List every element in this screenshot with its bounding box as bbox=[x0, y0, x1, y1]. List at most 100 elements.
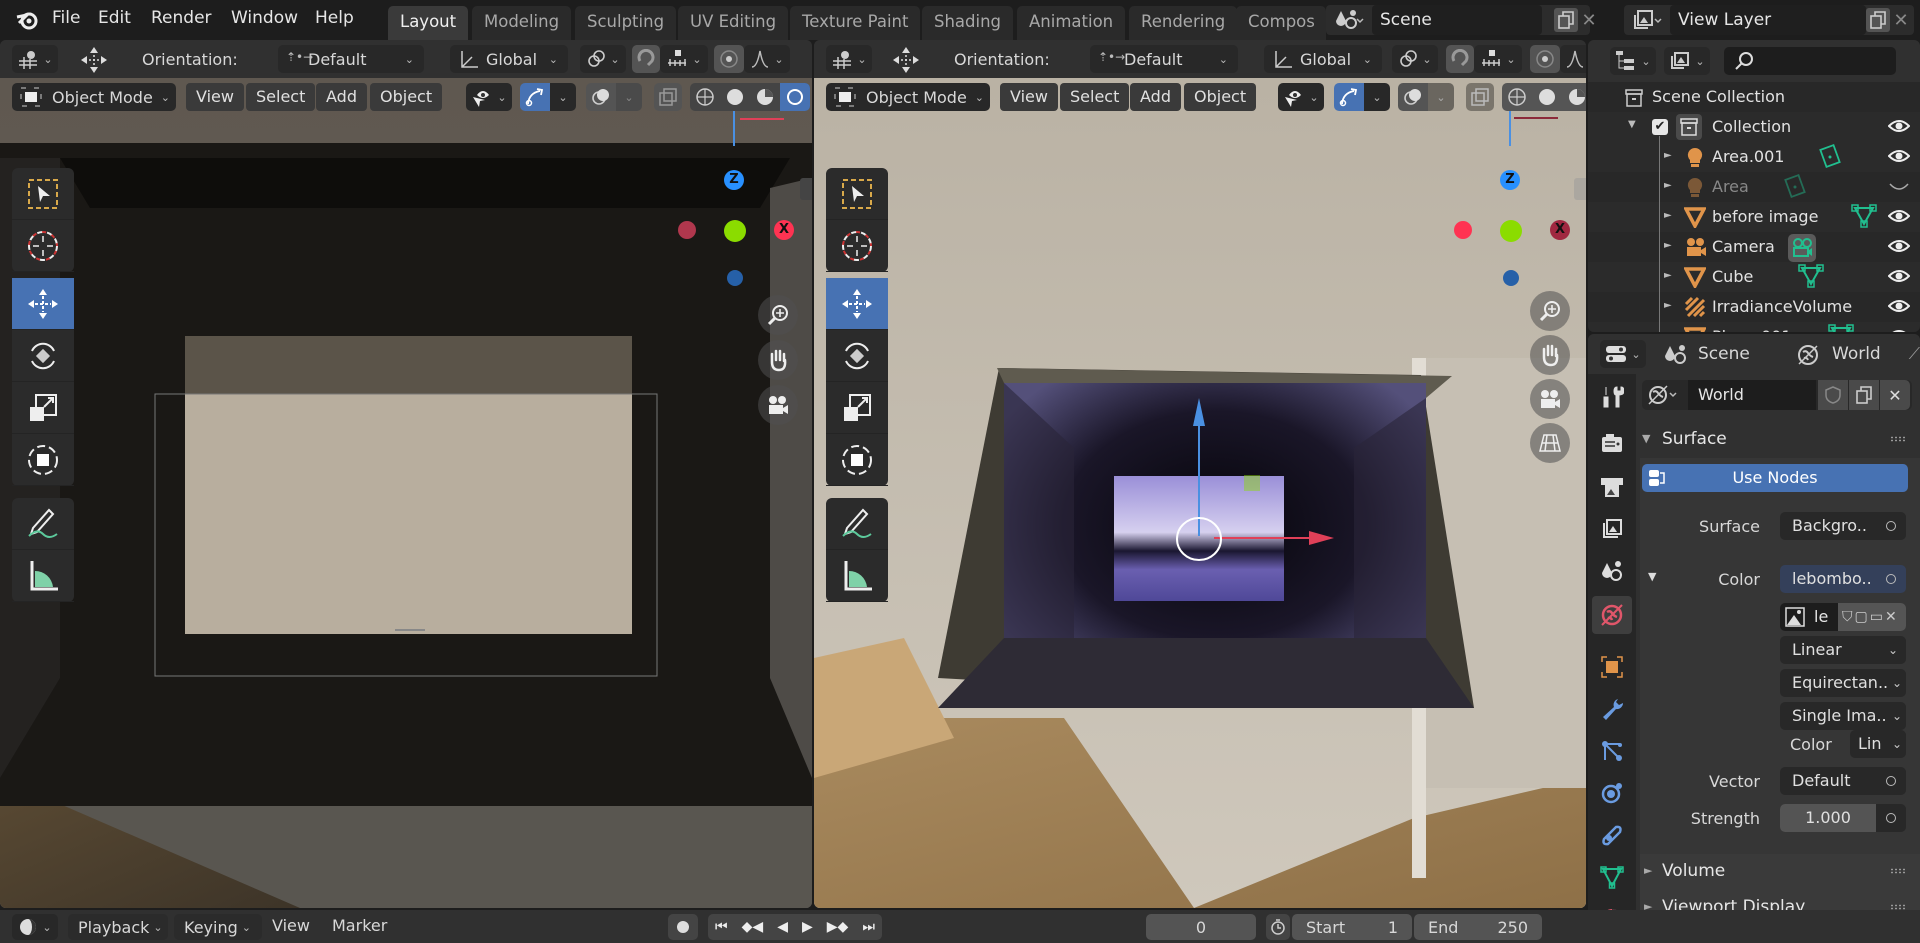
mode-dropdown[interactable]: Object Mode ⌄ bbox=[826, 83, 990, 111]
zoom-view-button[interactable] bbox=[758, 295, 798, 335]
transform-pivot-dropdown[interactable]: ⌄ bbox=[826, 45, 872, 73]
keying-menu[interactable]: Keying ⌄ bbox=[174, 914, 262, 940]
menu-add[interactable]: Add bbox=[316, 83, 367, 111]
proportional-edit-toggle[interactable] bbox=[1530, 45, 1560, 73]
duplicate-view-layer-icon[interactable] bbox=[1866, 8, 1890, 32]
eye-icon[interactable] bbox=[1887, 206, 1911, 230]
menu-view[interactable]: View bbox=[186, 83, 244, 111]
fake-user-shield-icon[interactable] bbox=[1818, 380, 1848, 410]
light-data-icon[interactable] bbox=[1783, 173, 1809, 204]
delete-view-layer-icon[interactable]: ✕ bbox=[1890, 8, 1912, 32]
gizmo-toggle[interactable] bbox=[1334, 83, 1364, 111]
menu-object[interactable]: Object bbox=[1184, 83, 1257, 111]
menu-add[interactable]: Add bbox=[1130, 83, 1181, 111]
outliner-item[interactable]: ► Cube bbox=[1588, 262, 1920, 292]
tab-layout[interactable]: Layout bbox=[388, 6, 469, 40]
snap-target-dropdown[interactable]: ⌄ bbox=[1474, 45, 1522, 73]
current-frame-field[interactable]: 0 bbox=[1146, 914, 1256, 940]
select-box-tool[interactable] bbox=[12, 168, 74, 220]
mesh-data-icon[interactable] bbox=[1798, 264, 1824, 292]
gizmo-z-button[interactable]: Z bbox=[724, 170, 744, 190]
timeline-view-menu[interactable]: View bbox=[272, 916, 310, 935]
tab-world[interactable] bbox=[1592, 596, 1632, 634]
menu-object[interactable]: Object bbox=[370, 83, 443, 111]
tab-rendering[interactable]: Rendering bbox=[1129, 6, 1238, 40]
blender-logo-icon[interactable] bbox=[14, 8, 40, 32]
jump-end-icon[interactable]: ⏭ bbox=[862, 919, 875, 935]
wireframe-shading-icon[interactable] bbox=[690, 83, 720, 111]
prev-keyframe-icon[interactable]: ◆◀ bbox=[742, 919, 764, 935]
stopwatch-icon[interactable] bbox=[1266, 914, 1290, 940]
jump-start-icon[interactable]: ⏮ bbox=[715, 919, 728, 935]
overlays-dropdown[interactable]: ⌄ bbox=[616, 83, 642, 111]
viewport-right-canvas[interactable]: Z X bbox=[814, 78, 1586, 908]
surface-panel-header[interactable]: ▼ Surface bbox=[1640, 422, 1920, 458]
tab-physics[interactable] bbox=[1592, 774, 1632, 812]
tab-view-layer[interactable] bbox=[1592, 510, 1632, 548]
tab-texture-paint[interactable]: Texture Paint bbox=[790, 6, 921, 40]
outliner-item-name[interactable]: Area bbox=[1712, 177, 1749, 196]
tab-data[interactable] bbox=[1592, 858, 1632, 896]
mesh-data-icon[interactable] bbox=[1851, 204, 1877, 232]
tab-object[interactable] bbox=[1592, 648, 1632, 686]
sidebar-toggle-handle[interactable] bbox=[800, 178, 812, 200]
overlays-toggle[interactable] bbox=[1398, 83, 1428, 111]
filter-dropdown[interactable]: ⌄ bbox=[1664, 47, 1710, 75]
snap-toggle[interactable] bbox=[1446, 45, 1474, 73]
menu-select[interactable]: Select bbox=[1060, 83, 1130, 111]
pin-icon[interactable]: ⟋ bbox=[1909, 344, 1920, 364]
proportional-falloff-dropdown[interactable]: ⌄ bbox=[744, 45, 790, 73]
annotate-tool[interactable] bbox=[826, 498, 888, 550]
playback-menu[interactable]: Playback ⌄ bbox=[68, 914, 168, 940]
gizmo-neg-x-button[interactable] bbox=[678, 221, 696, 239]
gizmo-x-button[interactable]: X bbox=[774, 220, 794, 240]
frame-start-field[interactable]: Start 1 bbox=[1292, 914, 1412, 940]
record-keyframes-button[interactable] bbox=[668, 914, 698, 940]
outliner-collection-row[interactable]: ▼ ✔ Collection bbox=[1588, 112, 1920, 142]
material-preview-shading-icon[interactable] bbox=[1562, 83, 1586, 111]
outliner-item-name[interactable]: IrradianceVolume bbox=[1712, 297, 1852, 316]
tab-particles[interactable] bbox=[1592, 732, 1632, 770]
world-name-field[interactable]: World bbox=[1688, 380, 1816, 410]
camera-view-button[interactable] bbox=[758, 385, 798, 425]
color-texture-field[interactable]: lebombo.. bbox=[1780, 565, 1906, 593]
display-mode-dropdown[interactable]: ⌄ bbox=[1610, 47, 1656, 75]
outliner-item[interactable]: ► Area.001 bbox=[1588, 142, 1920, 172]
overlays-dropdown[interactable]: ⌄ bbox=[1428, 83, 1454, 111]
image-actions-icons[interactable]: ⛉▢▭✕ bbox=[1838, 603, 1906, 631]
expand-arrow-icon[interactable]: ▼ bbox=[1628, 119, 1636, 130]
viewport-left-canvas[interactable]: Z X bbox=[0, 78, 812, 908]
menu-render[interactable]: Render bbox=[151, 8, 212, 28]
zoom-view-button[interactable] bbox=[1530, 291, 1570, 331]
tab-output[interactable] bbox=[1592, 468, 1632, 506]
use-nodes-button[interactable]: Use Nodes bbox=[1642, 464, 1908, 492]
eye-closed-icon[interactable] bbox=[1888, 176, 1910, 200]
scene-selector[interactable]: Scene ✕ bbox=[1326, 5, 1597, 35]
expand-arrow-icon[interactable]: ► bbox=[1664, 330, 1672, 332]
gizmo-neg-z-button[interactable] bbox=[1503, 270, 1519, 286]
solid-shading-icon[interactable] bbox=[720, 83, 750, 111]
menu-select[interactable]: Select bbox=[246, 83, 316, 111]
orientation-dropdown[interactable]: ⇡•→ Default ⌄ bbox=[1090, 45, 1238, 73]
camera-data-icon[interactable] bbox=[1788, 234, 1816, 263]
tab-render[interactable] bbox=[1592, 424, 1632, 462]
expand-arrow-icon[interactable]: ► bbox=[1664, 180, 1672, 191]
frame-end-field[interactable]: End 250 bbox=[1414, 914, 1542, 940]
tab-modeling[interactable]: Modeling bbox=[472, 6, 572, 40]
eye-icon[interactable] bbox=[1887, 296, 1911, 320]
duplicate-world-icon[interactable] bbox=[1849, 380, 1879, 410]
proportional-falloff-dropdown[interactable] bbox=[1560, 45, 1586, 73]
scale-tool[interactable] bbox=[12, 382, 74, 434]
menu-help[interactable]: Help bbox=[315, 8, 354, 28]
pan-view-button[interactable] bbox=[758, 340, 798, 380]
expand-arrow-icon[interactable]: ► bbox=[1664, 240, 1672, 251]
viewport-right[interactable]: Z X ⌄ Orientation: ⇡•→ Default ⌄ Global … bbox=[814, 40, 1586, 908]
gizmo-neg-z-button[interactable] bbox=[727, 270, 743, 286]
outliner-item-name[interactable]: Plane.001 bbox=[1712, 327, 1792, 332]
image-name-field[interactable]: le bbox=[1814, 607, 1828, 626]
wireframe-shading-icon[interactable] bbox=[1502, 83, 1532, 111]
mesh-data-icon[interactable] bbox=[1828, 324, 1854, 332]
timeline-editor-type-dropdown[interactable]: ⌄ bbox=[12, 914, 58, 940]
next-keyframe-icon[interactable]: ▶◆ bbox=[827, 919, 849, 935]
overlays-toggle[interactable] bbox=[586, 83, 616, 111]
